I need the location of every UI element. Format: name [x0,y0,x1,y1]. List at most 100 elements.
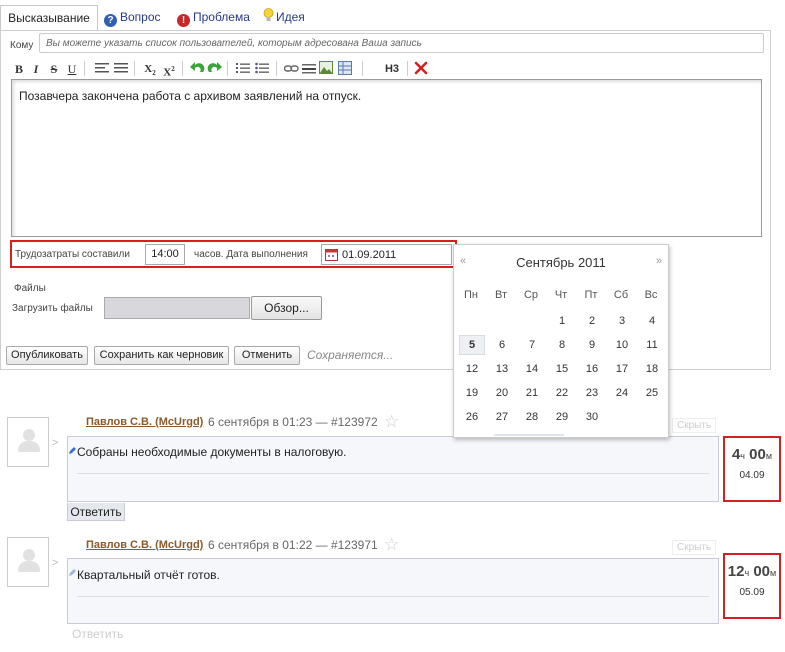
calendar-day[interactable]: 29 [547,411,577,423]
bullet-list-icon[interactable] [255,62,269,78]
strikethrough-button[interactable]: S [48,60,60,78]
tab-statement[interactable]: Высказывание [0,5,98,31]
calendar-day[interactable]: 21 [517,387,547,399]
save-draft-button[interactable]: Сохранить как черновик [94,346,229,365]
post-author[interactable]: Павлов С.В. (McUrgd) [86,416,203,428]
time-minutes-unit: м [770,568,777,578]
edit-pencil-icon[interactable] [68,444,77,458]
calendar-day[interactable]: 17 [607,363,637,375]
calendar-day[interactable]: 30 [577,411,607,423]
tab-question[interactable]: ? Вопрос [104,5,161,30]
edit-pencil-icon[interactable] [68,566,77,580]
undo-icon[interactable] [190,62,205,78]
calendar-day[interactable]: 15 [547,363,577,375]
hide-button[interactable]: Скрыть [672,540,717,555]
weekday-header: Вс [644,289,658,301]
calendar-day[interactable]: 5 [459,335,485,355]
horizontal-rule-icon[interactable] [302,62,316,77]
calendar-day[interactable]: 22 [547,387,577,399]
subscript-button[interactable]: X2 [143,60,157,78]
avatar[interactable] [7,537,49,587]
time-minutes: 00 [753,563,771,580]
calendar-day[interactable]: 11 [637,339,667,351]
calendar-day[interactable]: 16 [577,363,607,375]
calendar-day[interactable]: 9 [577,339,607,351]
superscript-button[interactable]: X2 [162,60,176,79]
calendar-day[interactable]: 19 [457,387,487,399]
weekday-header: Сб [613,289,629,301]
calendar-day[interactable]: 26 [457,411,487,423]
underline-button[interactable]: U [66,60,78,78]
tab-label: Проблема [193,10,250,24]
saving-status: Сохраняется... [307,348,394,362]
post-meta: 6 сентября в 01:22 — #123971 [208,538,378,552]
table-icon[interactable] [338,61,352,78]
calendar-day[interactable]: 18 [637,363,667,375]
message-editor[interactable]: Позавчера закончена работа с архивом зая… [11,79,762,237]
tab-idea[interactable]: Идея [263,5,305,30]
recipients-input[interactable]: Вы можете указать список пользователей, … [39,33,764,53]
link-icon[interactable] [283,63,299,77]
reply-button[interactable]: Ответить [67,503,125,521]
exclamation-icon: ! [177,14,190,27]
calendar-day[interactable]: 6 [487,339,517,351]
tab-label: Высказывание [8,11,90,25]
reply-button[interactable]: Ответить [72,627,123,641]
post-text: Собраны необходимые документы в налогову… [77,445,347,459]
remove-format-icon[interactable] [414,61,428,78]
labor-label: Трудозатраты составили [15,249,130,260]
toolbar-divider [227,61,228,76]
lightbulb-icon [263,7,274,32]
hours-input[interactable]: 14:00 [145,244,185,265]
post-author[interactable]: Павлов С.В. (McUrgd) [86,539,203,551]
browse-button[interactable]: Обзор... [251,296,322,320]
tab-label: Идея [276,10,305,24]
italic-button[interactable]: I [30,60,42,78]
calendar-day[interactable]: 20 [487,387,517,399]
favorite-star-icon[interactable]: ☆ [384,535,399,555]
calendar-day[interactable]: 10 [607,339,637,351]
calendar-day[interactable]: 27 [487,411,517,423]
date-input[interactable]: 01.09.2011 [321,244,452,265]
calendar-icon[interactable] [325,248,338,264]
calendar-day[interactable]: 3 [607,315,637,327]
calendar-day[interactable]: 28 [517,411,547,423]
bold-button[interactable]: B [13,60,25,78]
calendar-day[interactable]: 8 [547,339,577,351]
calendar-day[interactable]: 2 [577,315,607,327]
tab-problem[interactable]: ! Проблема [177,5,250,30]
time-hours: 12 [727,563,745,580]
post-body: Квартальный отчёт готов. [67,558,719,624]
time-spent: 4ч 00м [725,446,779,463]
heading-button[interactable]: H3 [382,60,402,78]
image-icon[interactable] [319,61,333,77]
calendar-day[interactable]: 23 [577,387,607,399]
calendar-month-title: Сентябрь 2011 [516,255,606,270]
pointer-arrow-icon: > [52,437,59,449]
calendar-day[interactable]: 13 [487,363,517,375]
calendar-day[interactable]: 12 [457,363,487,375]
calendar-day[interactable]: 7 [517,339,547,351]
next-month-button[interactable]: » [656,255,662,267]
calendar-day[interactable]: 1 [547,315,577,327]
calendar-day[interactable]: 14 [517,363,547,375]
post-meta: 6 сентября в 01:23 — #123972 [208,415,378,429]
file-path-field[interactable] [104,297,250,319]
align-justify-icon[interactable] [114,62,128,77]
calendar-day[interactable]: 24 [607,387,637,399]
favorite-star-icon[interactable]: ☆ [384,412,399,432]
calendar-day[interactable]: 25 [637,387,667,399]
toolbar-divider [362,61,363,76]
hide-button[interactable]: Скрыть [672,418,717,433]
numbered-list-icon[interactable] [236,62,250,78]
calendar-day[interactable]: 4 [637,315,667,327]
time-spent-badge: 12ч 00м 05.09 [723,553,781,619]
align-left-icon[interactable] [95,62,109,77]
redo-icon[interactable] [207,62,222,78]
time-minutes: 00 [749,446,766,463]
avatar[interactable] [7,417,49,467]
time-minutes-unit: м [765,451,773,461]
toolbar-divider [407,61,408,76]
publish-button[interactable]: Опубликовать [6,346,88,365]
cancel-button[interactable]: Отменить [234,346,300,365]
